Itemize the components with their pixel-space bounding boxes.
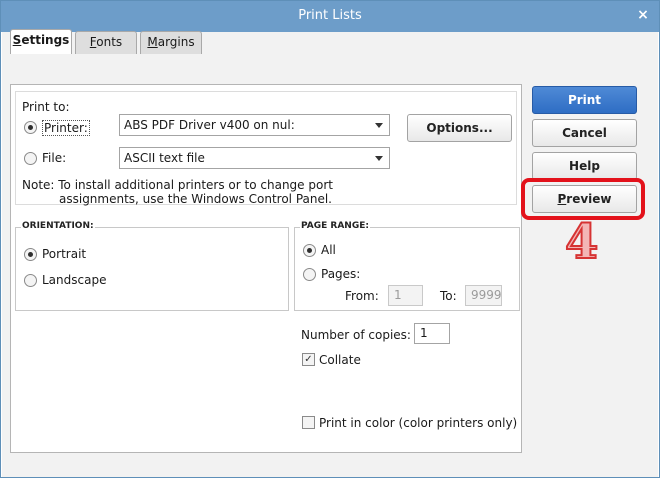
from-label: From: <box>345 289 379 303</box>
print-to-group: Print to: Printer: ABS PDF Driver v400 o… <box>15 91 517 206</box>
to-label: To: <box>440 289 457 303</box>
from-input[interactable]: 1 <box>388 285 423 306</box>
note-line-2: assignments, use the Windows Control Pan… <box>59 192 332 206</box>
file-radio[interactable] <box>24 152 37 165</box>
print-in-color-checkbox[interactable] <box>302 416 315 429</box>
chevron-down-icon <box>375 156 383 161</box>
collate-label: Collate <box>319 353 361 367</box>
chevron-down-icon <box>375 123 383 128</box>
file-select[interactable]: ASCII text file <box>119 147 390 169</box>
landscape-radio[interactable] <box>24 274 37 287</box>
file-label: File: <box>42 151 67 165</box>
tab-fonts-label: onts <box>96 35 123 49</box>
collate-checkbox[interactable]: ✓ <box>302 353 315 366</box>
step-number-annotation: 4 <box>564 213 599 271</box>
title-bar[interactable]: Print Lists × <box>1 1 659 32</box>
copies-input[interactable]: 1 <box>414 323 450 344</box>
portrait-label: Portrait <box>42 247 87 261</box>
checkmark-icon: ✓ <box>304 354 313 365</box>
all-pages-radio[interactable] <box>303 244 316 257</box>
file-select-value: ASCII text file <box>124 151 205 165</box>
note-line-1: Note: To install additional printers or … <box>22 178 333 192</box>
tab-settings[interactable]: Settings <box>10 29 72 54</box>
page-range-group: PAGE RANGE: All Pages: From: 1 To: 9999 <box>294 221 520 311</box>
landscape-label: Landscape <box>42 273 107 287</box>
orientation-title: ORIENTATION: <box>21 221 95 231</box>
tab-margins-label: argins <box>157 35 195 49</box>
page-range-title: PAGE RANGE: <box>300 221 370 231</box>
print-to-label: Print to: <box>22 100 70 114</box>
pages-radio[interactable] <box>303 268 316 281</box>
orientation-group: ORIENTATION: Portrait Landscape <box>15 221 289 311</box>
printer-label: Printer: <box>42 120 90 136</box>
preview-button[interactable]: Preview <box>532 185 637 213</box>
preview-button-label: review <box>566 192 612 206</box>
print-in-color-label: Print in color (color printers only) <box>319 416 518 430</box>
help-button[interactable]: Help <box>532 152 637 180</box>
printer-select[interactable]: ABS PDF Driver v400 on nul: <box>119 114 390 136</box>
all-pages-label: All <box>321 243 336 257</box>
tab-margins-accel: M <box>147 35 158 49</box>
close-icon[interactable]: × <box>635 7 651 23</box>
printer-radio[interactable] <box>24 121 37 134</box>
tab-margins[interactable]: Margins <box>140 31 202 54</box>
options-button[interactable]: Options... <box>407 114 512 142</box>
copies-label: Number of copies: <box>301 328 411 342</box>
tab-fonts[interactable]: Fonts <box>75 31 137 54</box>
print-button[interactable]: Print <box>532 86 637 114</box>
printer-select-value: ABS PDF Driver v400 on nul: <box>124 118 295 132</box>
portrait-radio[interactable] <box>24 248 37 261</box>
preview-accel: P <box>557 192 567 206</box>
to-input[interactable]: 9999 <box>465 285 502 306</box>
tab-settings-label: ettings <box>21 33 70 47</box>
cancel-button[interactable]: Cancel <box>532 119 637 147</box>
settings-panel: Print to: Printer: ABS PDF Driver v400 o… <box>10 84 522 453</box>
pages-label: Pages: <box>321 267 361 281</box>
window-title: Print Lists <box>298 8 362 23</box>
